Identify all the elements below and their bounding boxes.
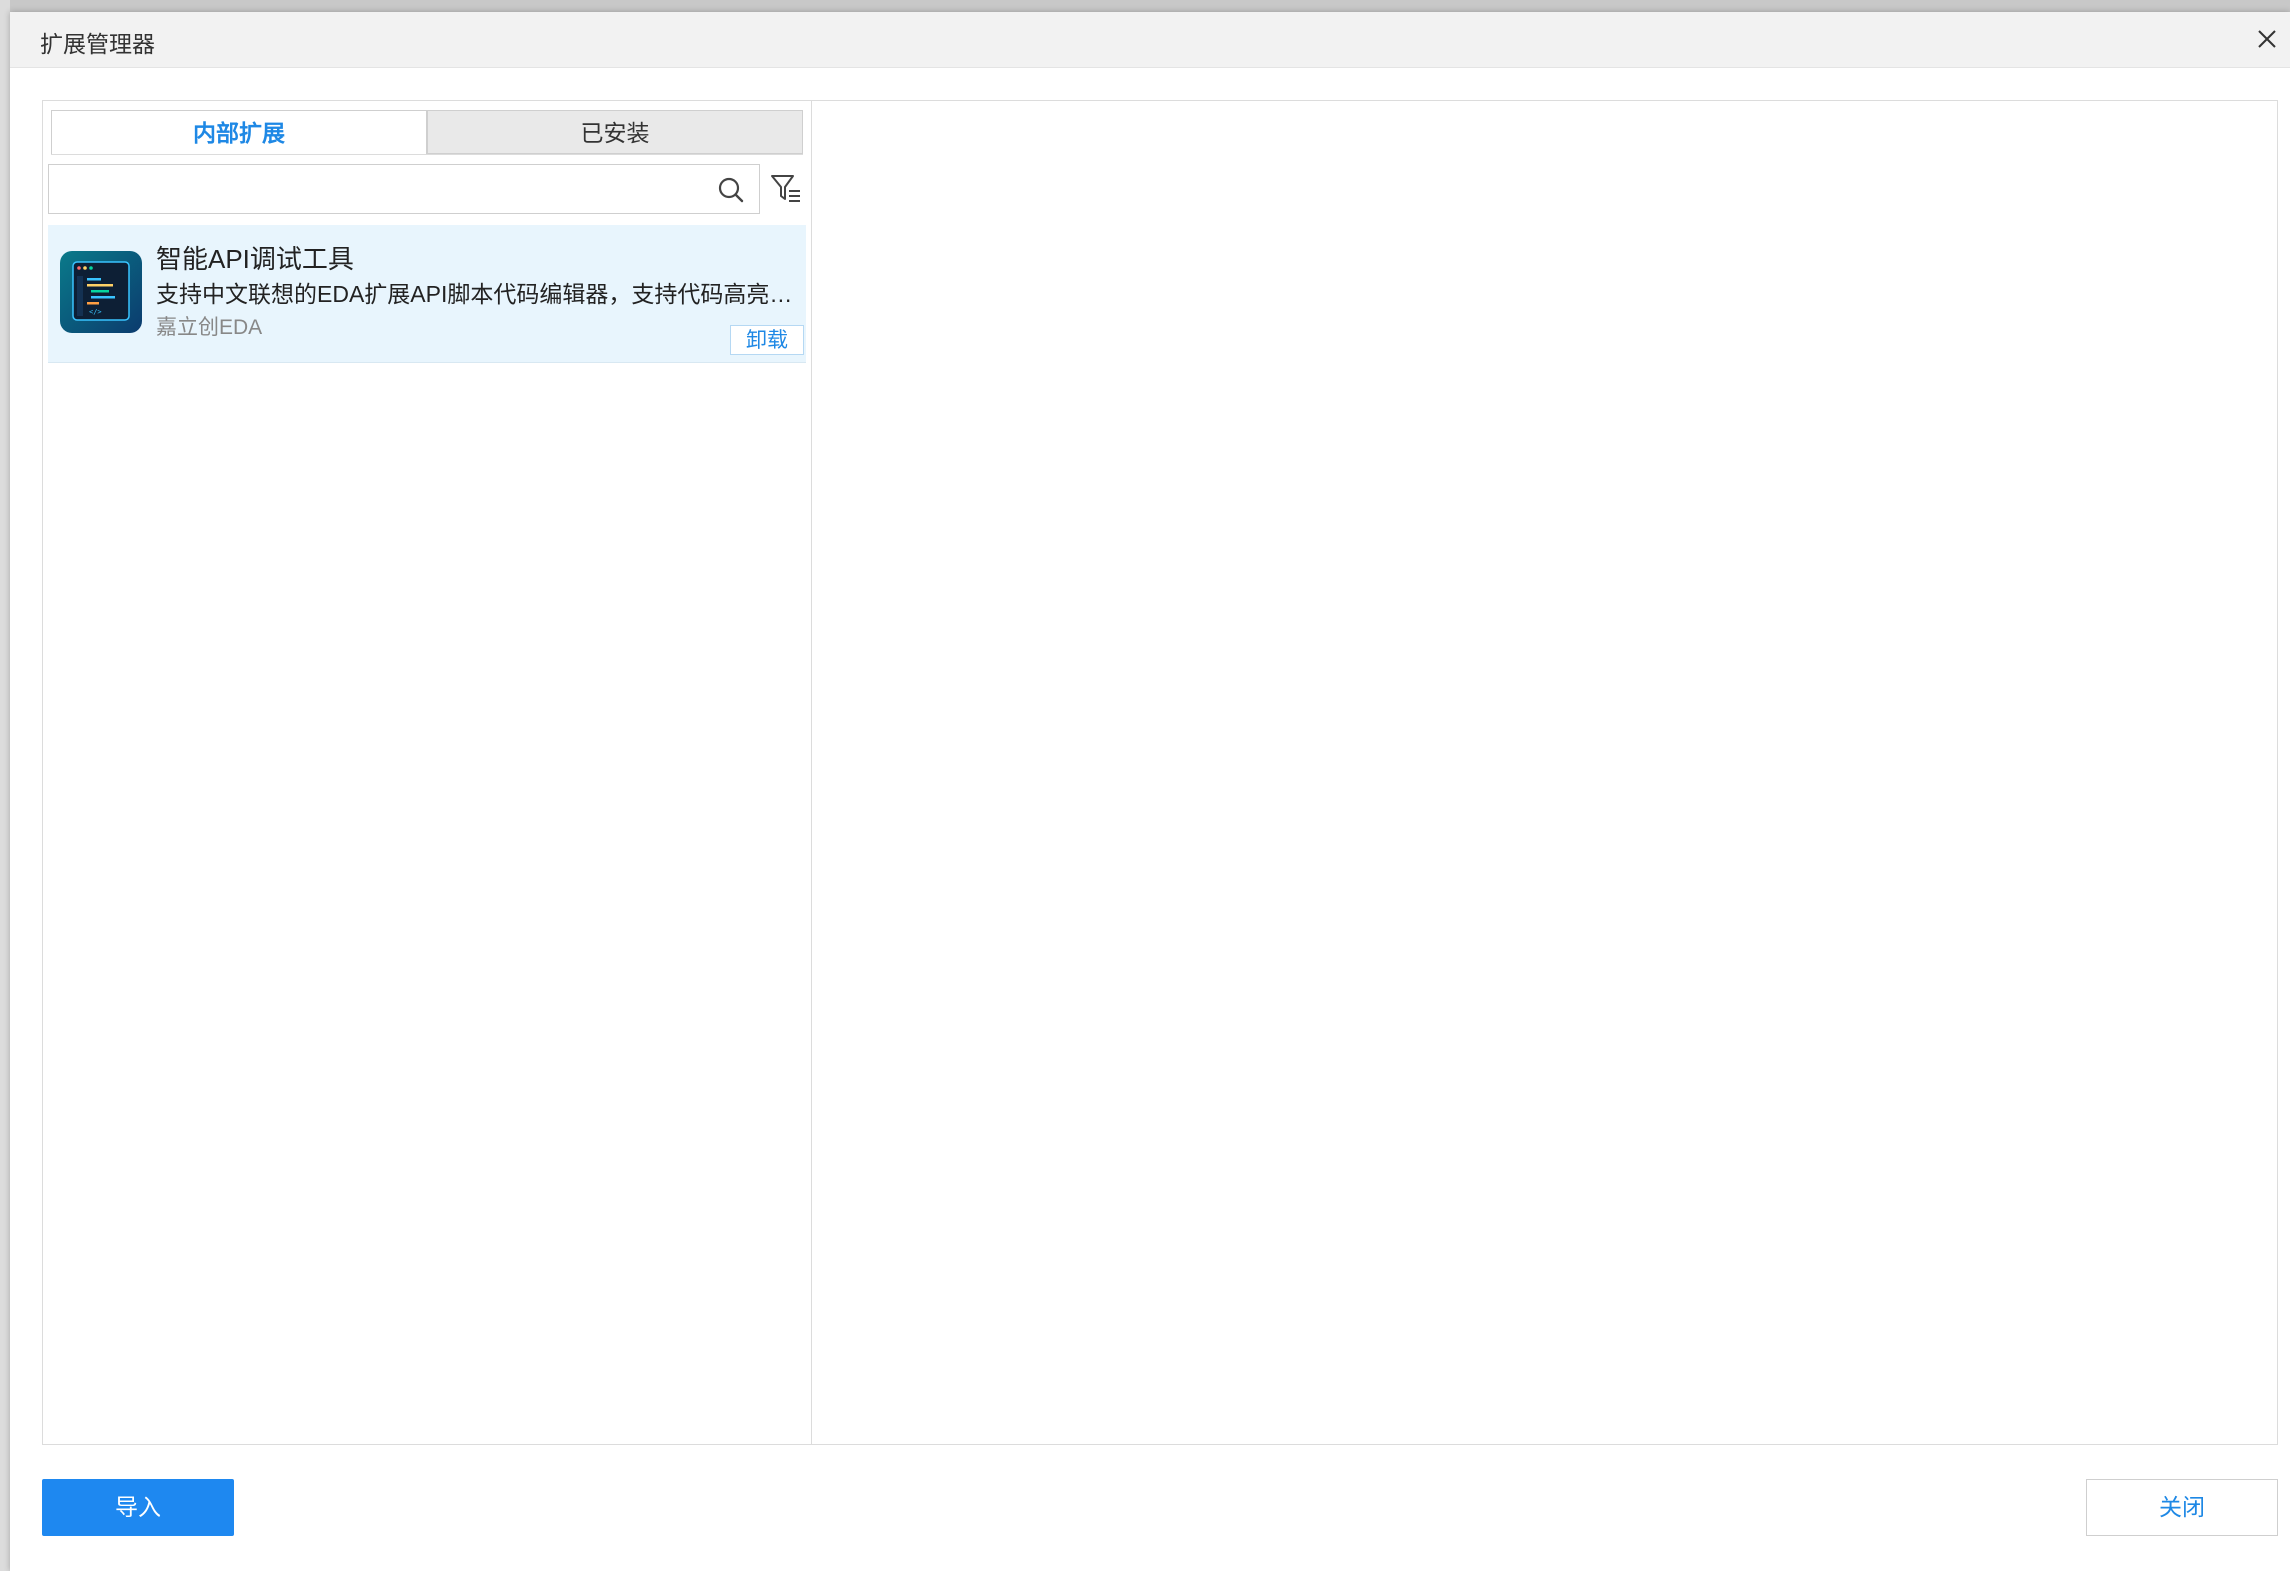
content-frame: 内部扩展 已安装 </> 智能API调试工具 支持中文联想的EDA扩展API脚本… <box>42 100 2278 1445</box>
filter-icon[interactable] <box>769 171 803 205</box>
extension-list-panel: 内部扩展 已安装 </> 智能API调试工具 支持中文联想的EDA扩展API脚本… <box>43 101 812 1444</box>
uninstall-button[interactable]: 卸载 <box>730 325 804 355</box>
extension-name: 智能API调试工具 <box>156 244 354 274</box>
extension-author: 嘉立创EDA <box>156 316 263 339</box>
extension-detail-panel <box>812 101 2277 1444</box>
search-box <box>48 164 760 214</box>
import-button[interactable]: 导入 <box>42 1479 234 1536</box>
dialog-titlebar: 扩展管理器 <box>10 12 2290 68</box>
background-window <box>0 0 10 1571</box>
extension-description: 支持中文联想的EDA扩展API脚本代码编辑器，支持代码高亮、代码提示、代码格式化… <box>156 281 798 307</box>
tab-installed[interactable]: 已安装 <box>427 110 803 154</box>
close-icon[interactable] <box>2252 24 2282 54</box>
svg-text:</>: </> <box>89 308 102 316</box>
search-icon[interactable] <box>717 176 745 204</box>
list-item[interactable]: </> 智能API调试工具 支持中文联想的EDA扩展API脚本代码编辑器，支持代… <box>48 225 806 363</box>
tab-bar: 内部扩展 已安装 <box>51 110 803 154</box>
tab-internal-extensions[interactable]: 内部扩展 <box>51 110 427 154</box>
tab-divider <box>51 154 803 155</box>
close-button[interactable]: 关闭 <box>2086 1479 2278 1536</box>
search-input[interactable] <box>55 171 699 209</box>
extension-manager-dialog: 扩展管理器 内部扩展 已安装 </> 智能API调试工具 支持中文联想的EDA扩… <box>10 12 2290 1571</box>
dialog-title: 扩展管理器 <box>40 31 155 57</box>
code-editor-icon: </> <box>59 250 143 334</box>
